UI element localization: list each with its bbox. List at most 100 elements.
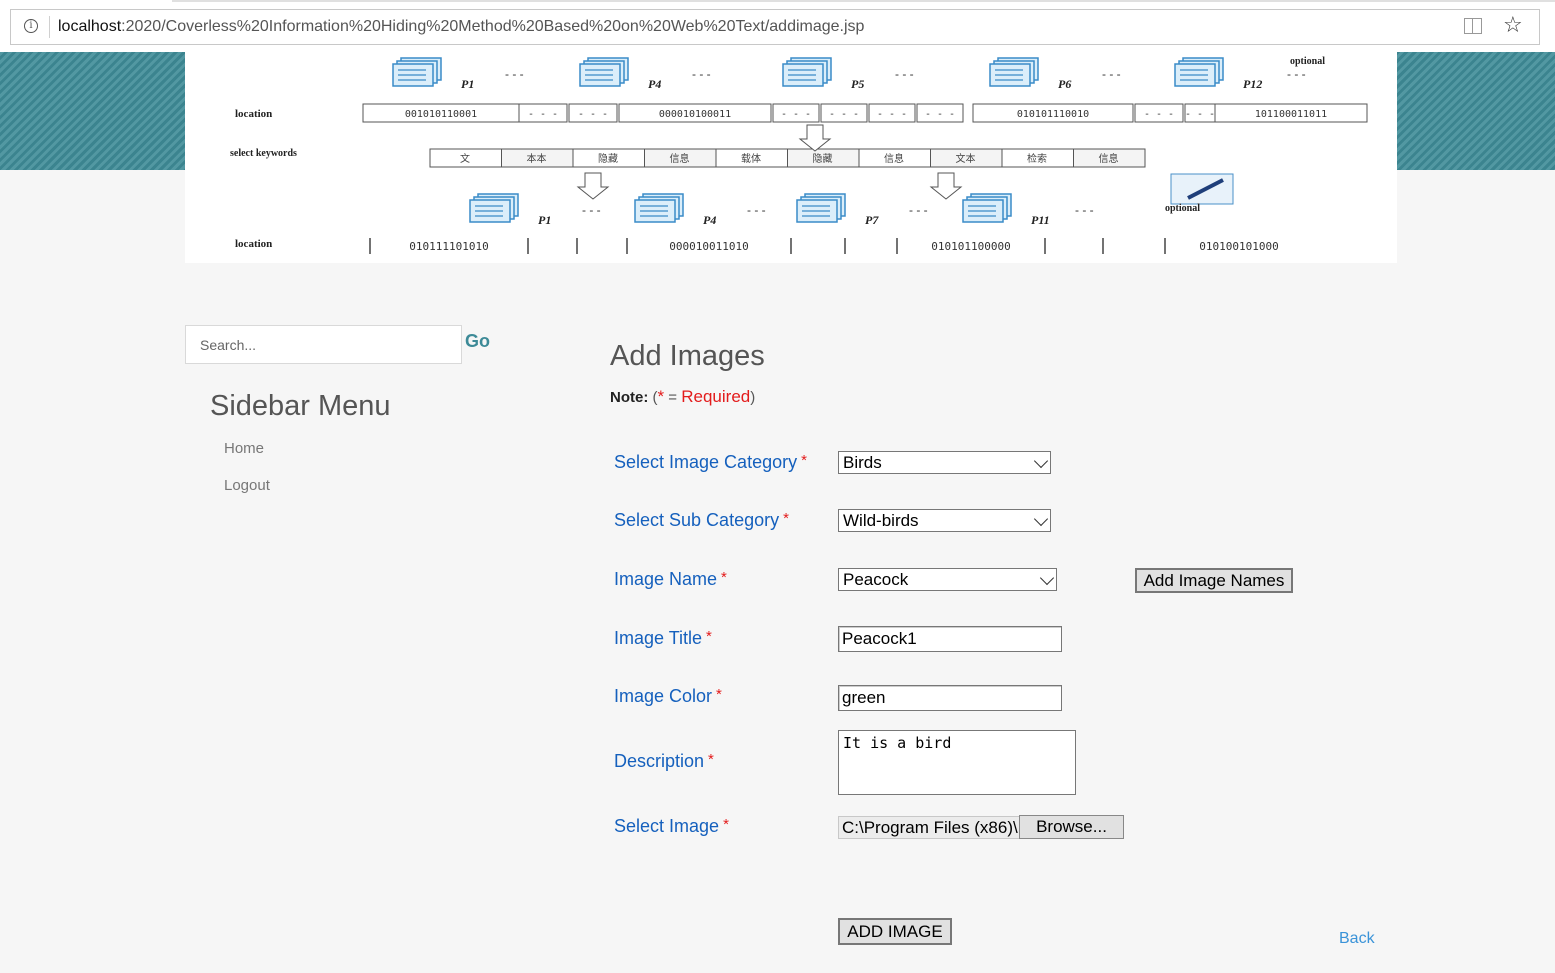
document-label: P1 bbox=[461, 77, 474, 91]
note-equals: = bbox=[668, 389, 678, 406]
subcategory-select[interactable]: Wild-birds bbox=[838, 509, 1051, 532]
category-select[interactable]: Birds bbox=[838, 451, 1051, 474]
category-required-star: * bbox=[801, 452, 807, 469]
keyword-cell: 信息 bbox=[1073, 148, 1146, 168]
tab-strip-line bbox=[172, 0, 1555, 2]
document-label: P7 bbox=[865, 213, 879, 227]
svg-text:隐藏: 隐藏 bbox=[813, 153, 833, 165]
image-title-label-text: Image Title bbox=[614, 628, 703, 648]
subcategory-label: Select Sub Category * bbox=[614, 510, 789, 531]
ellipsis: - - - bbox=[505, 67, 524, 81]
note-required: Required bbox=[681, 387, 751, 406]
svg-text:- - -: - - - bbox=[781, 109, 811, 120]
reading-view-icon[interactable] bbox=[1464, 18, 1482, 34]
url-host: localhost bbox=[58, 18, 122, 35]
svg-text:本本: 本本 bbox=[527, 152, 547, 165]
location-cell: - - - bbox=[820, 103, 868, 123]
location-cell: 010100101000 bbox=[1164, 238, 1279, 254]
image-title-field[interactable] bbox=[838, 626, 1062, 652]
url-box[interactable]: i localhost:2020/Coverless%20Information… bbox=[10, 9, 1540, 45]
keyword-cell: 隐藏 bbox=[572, 148, 645, 168]
image-name-required-star: * bbox=[721, 569, 727, 586]
document-label: P4 bbox=[703, 213, 716, 227]
search-input[interactable] bbox=[185, 325, 462, 364]
document-stack-icon: P6 - - - bbox=[989, 57, 1121, 91]
svg-text:- - -: - - - bbox=[578, 109, 608, 120]
location-cell: - - - bbox=[1184, 103, 1216, 123]
document-stack-icon: P4 - - - bbox=[634, 193, 766, 227]
document-label: P11 bbox=[1031, 213, 1050, 227]
file-path-field[interactable]: C:\Program Files (x86)\ bbox=[838, 816, 1020, 839]
description-required-star: * bbox=[708, 751, 714, 768]
back-link[interactable]: Back bbox=[1339, 930, 1375, 948]
optional-label-top: optional bbox=[1290, 56, 1325, 67]
svg-text:010100101000: 010100101000 bbox=[1199, 240, 1278, 253]
sidebar-link-home[interactable]: Home bbox=[224, 440, 264, 457]
add-image-button[interactable]: ADD IMAGE bbox=[838, 918, 952, 945]
ellipsis: - - - bbox=[1075, 203, 1094, 217]
document-stack-icon: P4 - - - bbox=[579, 57, 711, 91]
location-cell: - - - bbox=[916, 103, 964, 123]
description-field[interactable]: It is a bird bbox=[838, 730, 1076, 795]
category-select-value: Birds bbox=[843, 453, 882, 472]
svg-text:- - -: - - - bbox=[1185, 109, 1215, 120]
keyword-cell: 载体 bbox=[715, 148, 788, 168]
svg-text:001010110001: 001010110001 bbox=[405, 109, 477, 120]
url-text[interactable]: localhost:2020/Coverless%20Information%2… bbox=[58, 18, 864, 36]
browse-button[interactable]: Browse... bbox=[1019, 815, 1124, 839]
location-cell: 000010100011 bbox=[618, 103, 772, 123]
svg-text:- - -: - - - bbox=[877, 109, 907, 120]
category-label-text: Select Image Category bbox=[614, 452, 798, 472]
ellipsis: - - - bbox=[1102, 67, 1121, 81]
image-name-select-value: Peacock bbox=[843, 570, 909, 589]
ellipsis: - - - bbox=[909, 203, 928, 217]
subcategory-required-star: * bbox=[783, 510, 789, 527]
image-color-field[interactable] bbox=[838, 685, 1062, 711]
location-cell: - - - bbox=[772, 103, 820, 123]
document-stack-icon: P1 - - - bbox=[469, 193, 601, 227]
location-cell: 000010011010 bbox=[626, 238, 749, 254]
sidebar-link-logout[interactable]: Logout bbox=[224, 477, 270, 494]
svg-text:000010100011: 000010100011 bbox=[659, 109, 731, 120]
svg-text:- - -: - - - bbox=[1144, 109, 1174, 120]
location-cell: 010111101010 bbox=[369, 238, 489, 254]
svg-text:检索: 检索 bbox=[1027, 152, 1047, 165]
image-color-label: Image Color * bbox=[614, 686, 722, 707]
svg-text:- - -: - - - bbox=[528, 109, 558, 120]
ellipsis: - - - bbox=[895, 67, 914, 81]
svg-text:隐藏: 隐藏 bbox=[598, 153, 618, 165]
row3-label: location bbox=[235, 238, 272, 250]
svg-text:文本: 文本 bbox=[956, 152, 976, 165]
svg-text:信息: 信息 bbox=[1099, 152, 1119, 165]
document-stacks-bottom: P1 - - - P4 - - - P7 - - - P11 - - - bbox=[469, 193, 1094, 227]
location-cell: 010101110010 bbox=[972, 103, 1134, 123]
add-image-names-button[interactable]: Add Image Names bbox=[1135, 568, 1293, 593]
star-icon[interactable]: ☆ bbox=[1503, 13, 1523, 38]
keyword-cell: 隐藏 bbox=[787, 148, 860, 168]
svg-text:信息: 信息 bbox=[884, 152, 904, 165]
row2-label: select keywords bbox=[230, 148, 297, 159]
image-color-label-text: Image Color bbox=[614, 686, 713, 706]
description-label: Description * bbox=[614, 751, 714, 772]
select-image-label: Select Image * bbox=[614, 816, 729, 837]
svg-text:- - -: - - - bbox=[925, 109, 955, 120]
image-name-select[interactable]: Peacock bbox=[838, 568, 1057, 591]
subcategory-label-text: Select Sub Category bbox=[614, 510, 780, 530]
document-stack-icon: P5 - - - bbox=[782, 57, 914, 91]
go-button[interactable]: Go bbox=[465, 331, 490, 352]
keyword-cell: 文 bbox=[429, 148, 502, 168]
keyword-row: 文 本本 隐藏 信息 载体 隐藏 信息 文本 检索 信息 bbox=[429, 148, 1146, 168]
info-icon[interactable]: i bbox=[24, 19, 38, 33]
description-label-text: Description bbox=[614, 751, 705, 771]
svg-text:010101100000: 010101100000 bbox=[931, 240, 1010, 253]
location-cell: - - - bbox=[518, 103, 568, 123]
document-label: P1 bbox=[538, 213, 551, 227]
url-path: :2020/Coverless%20Information%20Hiding%2… bbox=[121, 18, 865, 35]
svg-text:载体: 载体 bbox=[741, 153, 761, 165]
banner-diagram-svg: P1 - - - P4 - - - P5 - - - P6 - - - P12 - - - P1 -… bbox=[230, 56, 1368, 254]
browser-address-bar: i localhost:2020/Coverless%20Information… bbox=[0, 0, 1555, 53]
svg-text:101100011011: 101100011011 bbox=[1255, 109, 1327, 120]
keyword-cell: 信息 bbox=[858, 148, 931, 168]
image-title-required-star: * bbox=[706, 628, 712, 645]
location-cell: - - - bbox=[568, 103, 618, 123]
